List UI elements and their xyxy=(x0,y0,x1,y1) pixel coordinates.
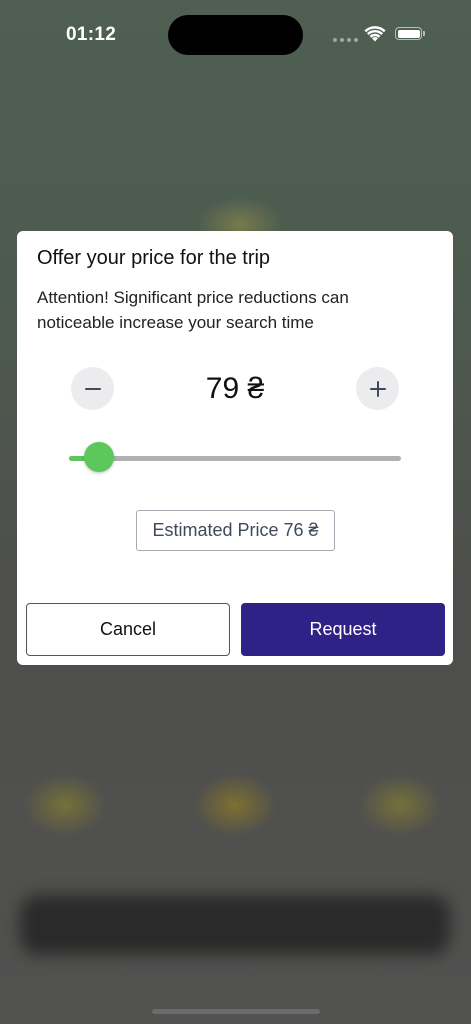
estimated-price-badge: Estimated Price 76 ₴ xyxy=(136,510,335,551)
cellular-signal-icon xyxy=(333,38,358,42)
request-button-label: Request xyxy=(309,619,377,639)
minus-icon xyxy=(84,387,101,390)
dialog-message: Attention! Significant price reductions … xyxy=(37,288,349,332)
price-slider-track[interactable] xyxy=(69,456,401,461)
wifi-icon xyxy=(364,26,386,42)
cancel-button-label: Cancel xyxy=(99,619,157,639)
price-slider-thumb[interactable] xyxy=(83,442,114,472)
price-value: 79 ₴ xyxy=(205,372,265,405)
status-time: 01:12 xyxy=(66,24,117,45)
home-indicator[interactable] xyxy=(152,1009,320,1014)
dynamic-island xyxy=(168,15,303,55)
battery-icon xyxy=(395,27,425,40)
blurred-bottom-bar xyxy=(20,895,450,955)
increase-price-button[interactable] xyxy=(356,367,399,410)
request-button[interactable]: Request xyxy=(241,603,445,656)
status-bar: 01:12 xyxy=(0,0,471,70)
decrease-price-button[interactable] xyxy=(71,367,114,410)
plus-icon xyxy=(369,380,386,397)
estimated-price-label: Estimated Price xyxy=(152,520,279,540)
price-offer-dialog: Offer your price for the trip Attention!… xyxy=(17,231,453,665)
cancel-button[interactable]: Cancel xyxy=(26,603,230,656)
dialog-title: Offer your price for the trip xyxy=(37,247,271,269)
estimated-price-value: 76 ₴ xyxy=(283,520,319,540)
